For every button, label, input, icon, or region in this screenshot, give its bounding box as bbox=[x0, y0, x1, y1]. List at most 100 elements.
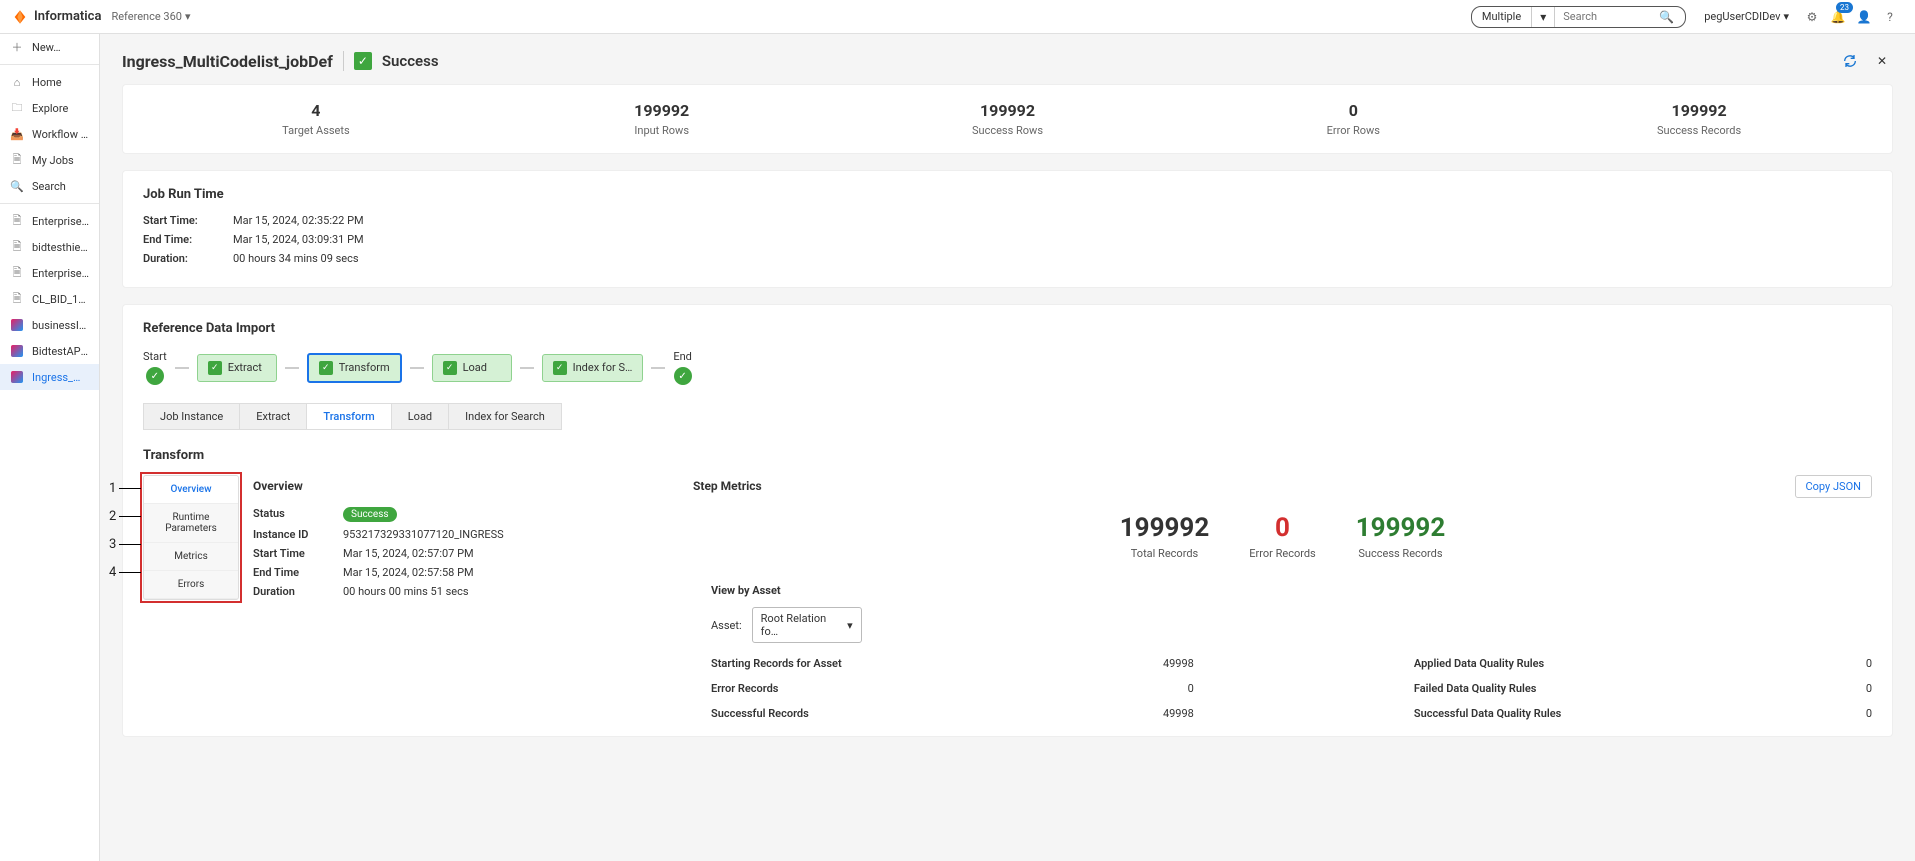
sidebar: ＋ New… ⌂ Home 🗀 Explore 📥 Workflow Inbox… bbox=[0, 34, 100, 861]
pipe-start: Start ✓ bbox=[143, 350, 167, 385]
pipe-node-load[interactable]: ✓ Load bbox=[432, 354, 512, 382]
sidebar-workflow-inbox[interactable]: 📥 Workflow Inbox bbox=[0, 121, 99, 147]
tab-load[interactable]: Load bbox=[392, 403, 449, 430]
pipe-node-index[interactable]: ✓ Index for S… bbox=[542, 354, 644, 382]
search-icon[interactable]: 🔍 bbox=[1659, 10, 1674, 24]
nav-divider bbox=[0, 203, 99, 204]
step-metrics-title: Step Metrics bbox=[693, 479, 1872, 493]
status-text: Success bbox=[382, 52, 439, 70]
subtab-metrics[interactable]: Metrics bbox=[144, 543, 238, 571]
plus-icon: ＋ bbox=[10, 40, 24, 54]
asset-metrics-grid: Starting Records for Asset 49998 Applied… bbox=[711, 657, 1872, 720]
stat-input-rows: 199992 Input Rows bbox=[489, 101, 835, 137]
sidebar-home[interactable]: ⌂ Home bbox=[0, 69, 99, 95]
chevron-down-icon: ▾ bbox=[185, 10, 191, 23]
dataset-icon bbox=[10, 318, 24, 332]
home-icon: ⌂ bbox=[10, 75, 24, 89]
subtabs-wrap: Overview Runtime Parameters Metrics Erro… bbox=[143, 475, 239, 600]
help-icon[interactable]: ? bbox=[1877, 4, 1903, 30]
subtab-overview[interactable]: Overview bbox=[144, 476, 238, 504]
dataset-icon bbox=[10, 344, 24, 358]
big-total-records: 199992 Total Records bbox=[1120, 513, 1210, 560]
tab-transform[interactable]: Transform bbox=[307, 403, 391, 430]
tab-extract[interactable]: Extract bbox=[240, 403, 307, 430]
username: pegUserCDIDev bbox=[1704, 10, 1780, 23]
pipeline: Start ✓ ✓ Extract ✓ Transform ✓ Load bbox=[143, 350, 1872, 385]
subtabs: Overview Runtime Parameters Metrics Erro… bbox=[143, 475, 239, 600]
sidebar-recent-item[interactable]: 🗎 Enterprise A bbox=[0, 260, 99, 286]
global-search-input[interactable] bbox=[1563, 10, 1653, 23]
brand-logo: Informatica bbox=[12, 9, 101, 25]
inbox-icon: 📥 bbox=[10, 127, 24, 141]
user-icon[interactable]: 👤 bbox=[1851, 4, 1877, 30]
main-content: Ingress_MultiCodelist_jobDef ✓ Success ✕… bbox=[100, 34, 1915, 861]
sidebar-recent-item[interactable]: 🗎 bidtesthier123 bbox=[0, 234, 99, 260]
service-name: Reference 360 bbox=[111, 10, 182, 23]
check-icon: ✓ bbox=[319, 361, 333, 375]
big-error-records: 0 Error Records bbox=[1249, 513, 1315, 560]
jobs-icon: 🗎 bbox=[10, 153, 24, 167]
sidebar-new-label: New… bbox=[32, 41, 61, 54]
settings-icon[interactable]: ⚙ bbox=[1799, 4, 1825, 30]
subtab-errors[interactable]: Errors bbox=[144, 571, 238, 599]
subtab-runtime-params[interactable]: Runtime Parameters bbox=[144, 504, 238, 543]
refresh-button[interactable] bbox=[1839, 50, 1861, 72]
sidebar-my-jobs[interactable]: 🗎 My Jobs bbox=[0, 147, 99, 173]
stat-target-assets: 4 Target Assets bbox=[143, 101, 489, 137]
status-pill: Success bbox=[343, 507, 397, 522]
sidebar-recent-item[interactable]: businessID_same… bbox=[0, 312, 99, 338]
transform-title: Transform bbox=[143, 448, 1872, 463]
sidebar-search[interactable]: 🔍 Search bbox=[0, 173, 99, 199]
stat-error-rows: 0 Error Rows bbox=[1180, 101, 1526, 137]
stat-success-records: 199992 Success Records bbox=[1526, 101, 1872, 137]
tab-index-for-search[interactable]: Index for Search bbox=[449, 403, 562, 430]
folder-icon: 🗀 bbox=[10, 101, 24, 115]
global-search: 🔍 bbox=[1555, 7, 1685, 27]
sidebar-recent-item[interactable]: 🗎 CL_BID_1727352… bbox=[0, 286, 99, 312]
tab-job-instance[interactable]: Job Instance bbox=[143, 403, 240, 430]
service-switcher[interactable]: Reference 360 ▾ bbox=[111, 10, 190, 23]
page-header: Ingress_MultiCodelist_jobDef ✓ Success ✕ bbox=[122, 44, 1893, 84]
doc-icon: 🗎 bbox=[10, 214, 24, 228]
pipe-node-transform[interactable]: ✓ Transform bbox=[307, 353, 402, 383]
job-run-card: Job Run Time Start Time:Mar 15, 2024, 02… bbox=[122, 170, 1893, 288]
callout-2: 2 bbox=[109, 509, 116, 524]
chevron-down-icon: ▾ bbox=[1783, 10, 1789, 23]
view-by-asset-title: View by Asset bbox=[711, 584, 1872, 597]
sidebar-recent-item[interactable]: 🗎 Enterprise Addre… bbox=[0, 208, 99, 234]
ref-import-title: Reference Data Import bbox=[143, 321, 1872, 336]
check-icon: ✓ bbox=[208, 361, 222, 375]
scope-label[interactable]: Multiple bbox=[1472, 7, 1532, 27]
check-icon: ✓ bbox=[146, 367, 164, 385]
asset-select[interactable]: Root Relation fo… ▾ bbox=[752, 607, 862, 643]
search-icon: 🔍 bbox=[10, 179, 24, 193]
divider bbox=[343, 51, 344, 71]
doc-icon: 🗎 bbox=[10, 240, 24, 254]
brand-name: Informatica bbox=[34, 9, 101, 24]
overview-title: Overview bbox=[253, 479, 693, 493]
sidebar-recent-item[interactable]: BidtestAPI_2024-… bbox=[0, 338, 99, 364]
chevron-down-icon: ▾ bbox=[847, 619, 853, 632]
sidebar-new[interactable]: ＋ New… bbox=[0, 34, 99, 60]
step-metrics-panel: Copy JSON Step Metrics 199992 Total Reco… bbox=[693, 475, 1872, 720]
copy-json-button[interactable]: Copy JSON bbox=[1795, 475, 1873, 498]
pipe-node-extract[interactable]: ✓ Extract bbox=[197, 354, 277, 382]
sidebar-recent-item-active[interactable]: Ingress_MultiCod… bbox=[0, 364, 99, 390]
stat-success-rows: 199992 Success Rows bbox=[835, 101, 1181, 137]
check-icon: ✓ bbox=[553, 361, 567, 375]
callout-1: 1 bbox=[109, 481, 116, 496]
page-title: Ingress_MultiCodelist_jobDef bbox=[122, 52, 333, 71]
check-icon: ✓ bbox=[443, 361, 457, 375]
view-by-asset: View by Asset Asset: Root Relation fo… ▾… bbox=[693, 584, 1872, 720]
refresh-icon bbox=[1842, 53, 1858, 69]
user-menu[interactable]: pegUserCDIDev ▾ bbox=[1704, 10, 1789, 23]
close-button[interactable]: ✕ bbox=[1871, 50, 1893, 72]
scope-dropdown[interactable]: ▾ bbox=[1532, 7, 1555, 27]
step-tabs: Job Instance Extract Transform Load Inde… bbox=[143, 403, 1872, 430]
ref-import-card: Reference Data Import Start ✓ ✓ Extract … bbox=[122, 304, 1893, 737]
chevron-down-icon: ▾ bbox=[1540, 10, 1546, 24]
notifications-icon[interactable]: 🔔23 bbox=[1825, 4, 1851, 30]
job-run-title: Job Run Time bbox=[143, 187, 1872, 202]
sidebar-explore[interactable]: 🗀 Explore bbox=[0, 95, 99, 121]
pipe-end: End ✓ bbox=[673, 350, 692, 385]
